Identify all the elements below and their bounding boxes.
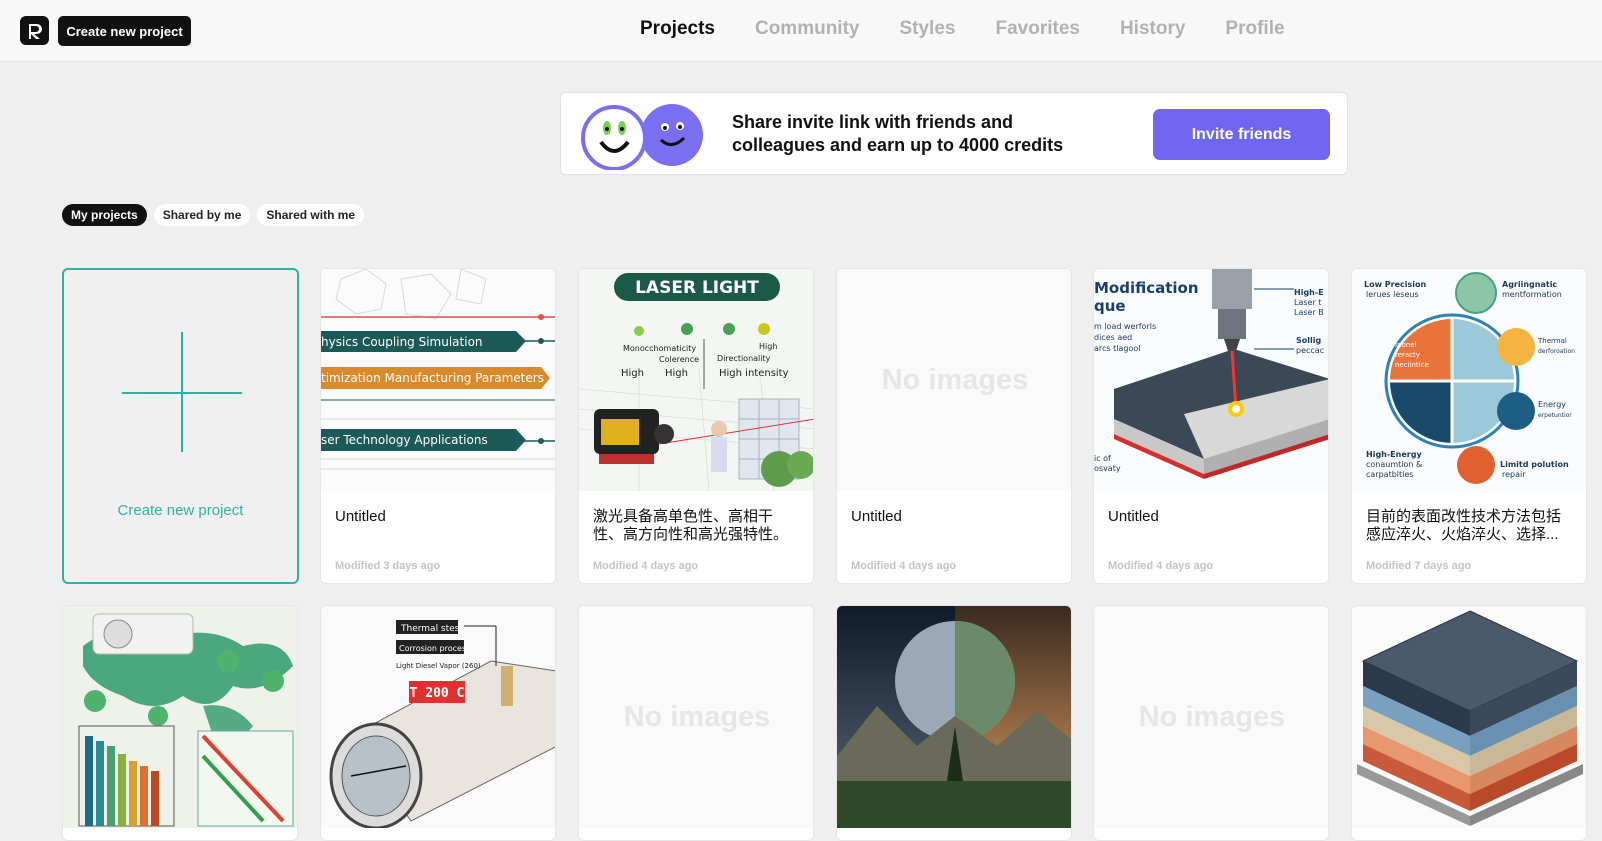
thumb-text: Agriingnatic [1502, 280, 1557, 289]
thumb-text: mentformation [1502, 290, 1562, 299]
thumb-text: carpatbltles [1366, 470, 1413, 479]
project-thumbnail: Low Precision lerues leseus Agriingnatic… [1352, 269, 1586, 491]
project-thumbnail [1352, 606, 1586, 828]
project-card[interactable]: Modification que m load werforls dices a… [1093, 268, 1329, 584]
thumb-text: dices aed [1094, 333, 1132, 342]
project-title: 目前的表面改性技术方法包括感应淬火、火焰淬火、选择... [1366, 508, 1562, 543]
thumb-text: lerues leseus [1366, 290, 1419, 299]
thumb-text: ser Technology Applications [321, 433, 488, 447]
thumb-text: Colerence [659, 355, 699, 364]
thumb-text: Thermal stess [400, 624, 464, 634]
thumb-text: ic of [1094, 454, 1111, 463]
project-card[interactable]: hysics Coupling Simulation timization Ma… [320, 268, 556, 584]
main-nav: Projects Community Styles Favorites Hist… [640, 18, 1325, 40]
project-card[interactable] [836, 605, 1072, 841]
thumb-text: Corrosion process [399, 644, 470, 653]
thumb-text: High-Energy [1366, 450, 1422, 459]
project-thumbnail: Thermal stess Corrosion process Light Di… [321, 606, 555, 828]
project-thumbnail: LASER LIGHT Monocchomaticity Colerence H… [579, 269, 813, 491]
smiley-faces-icon [581, 104, 703, 170]
filter-my-projects[interactable]: My projects [62, 204, 147, 226]
project-title: Untitled [1108, 508, 1159, 525]
project-modified: Modified 7 days ago [1366, 560, 1472, 572]
thumb-text: Directionality [717, 354, 771, 363]
project-card[interactable] [62, 605, 298, 841]
thumb-text: repair [1502, 470, 1526, 479]
thumb-text: High intensity [719, 368, 789, 379]
thumb-text: Sollig [1296, 336, 1321, 345]
thumb-text: High-E [1294, 288, 1324, 297]
nav-styles[interactable]: Styles [899, 18, 955, 40]
project-card[interactable]: LASER LIGHT Monocchomaticity Colerence H… [578, 268, 814, 584]
project-card[interactable]: Low Precision lerues leseus Agriingnatic… [1351, 268, 1587, 584]
top-bar: Create new project Projects Community St… [0, 0, 1602, 62]
project-card[interactable]: No images [1093, 605, 1329, 841]
thumb-text: LASER LIGHT [635, 278, 759, 298]
thumb-text: High [621, 368, 644, 379]
invite-text-line1: Share invite link with friends and [732, 112, 1014, 132]
thumb-text: m load werforls [1094, 322, 1156, 331]
nav-community[interactable]: Community [755, 18, 860, 40]
thumb-text: reracty [1395, 351, 1420, 359]
thumb-text: Energy [1538, 400, 1566, 409]
thumb-text: derforoation [1538, 348, 1575, 355]
project-card[interactable]: No images [578, 605, 814, 841]
thumb-text: que [1094, 297, 1126, 315]
thumb-text: Inonel [1395, 341, 1417, 349]
thumb-text: Monocchomaticity [623, 344, 696, 353]
project-card[interactable]: No images Untitled Modified 4 days ago [836, 268, 1072, 584]
invite-text: Share invite link with friends and colle… [732, 111, 1112, 157]
project-card[interactable]: Thermal stess Corrosion process Light Di… [320, 605, 556, 841]
nav-favorites[interactable]: Favorites [995, 18, 1079, 40]
filter-shared-with-me[interactable]: Shared with me [257, 204, 365, 226]
thumb-text: arcs tlagool [1094, 344, 1140, 353]
create-new-project-card[interactable]: Create new project [62, 268, 299, 584]
no-images-placeholder: No images [837, 269, 1071, 491]
thumb-text: Modification [1094, 279, 1199, 297]
no-images-placeholder: No images [579, 606, 813, 828]
thumb-text: neciintice [1395, 361, 1429, 369]
project-title: Untitled [851, 508, 902, 525]
thumb-text: Thermal [1537, 337, 1567, 345]
thumb-text: hysics Coupling Simulation [321, 335, 483, 349]
plus-icon-bar [122, 392, 242, 394]
nav-projects[interactable]: Projects [640, 18, 715, 40]
project-filters: My projects Shared by me Shared with me [62, 204, 371, 226]
thumb-text: osvaty [1094, 464, 1121, 473]
invite-friends-button[interactable]: Invite friends [1153, 109, 1330, 160]
nav-history[interactable]: History [1120, 18, 1185, 40]
thumb-text: Limitd polution [1500, 460, 1569, 469]
invite-text-line2: colleagues and earn up to 4000 credits [732, 135, 1064, 155]
project-thumbnail: Modification que m load werforls dices a… [1094, 269, 1328, 491]
nav-profile[interactable]: Profile [1225, 18, 1284, 40]
project-modified: Modified 4 days ago [593, 560, 699, 572]
thumb-text: High [759, 342, 777, 351]
thumb-text: High [665, 368, 688, 379]
thumb-text: timization Manufacturing Parameters [321, 371, 544, 385]
no-images-placeholder: No images [1094, 606, 1328, 828]
filter-shared-by-me[interactable]: Shared by me [153, 204, 251, 226]
project-thumbnail [837, 606, 1071, 828]
invite-banner: Share invite link with friends and colle… [560, 92, 1348, 175]
thumb-text: Laser B [1294, 308, 1324, 317]
app-logo-icon[interactable] [20, 16, 49, 45]
project-thumbnail: hysics Coupling Simulation timization Ma… [321, 269, 555, 491]
project-thumbnail [63, 606, 297, 828]
create-new-project-label: Create new project [117, 502, 244, 519]
project-modified: Modified 4 days ago [851, 560, 957, 572]
thumb-text: peccac [1296, 346, 1324, 355]
create-project-button[interactable]: Create new project [58, 16, 191, 46]
thumb-text: Low Precision [1364, 280, 1426, 289]
thumb-text: conaumtion & [1366, 460, 1422, 469]
thumb-text: Laser t [1294, 298, 1321, 307]
project-title: Untitled [335, 508, 386, 525]
project-modified: Modified 4 days ago [1108, 560, 1214, 572]
thumb-text: erpetuntior [1538, 412, 1572, 419]
thumb-text: T 200 C [410, 686, 465, 701]
project-modified: Modified 3 days ago [335, 560, 441, 572]
project-title: 激光具备高单色性、高相干性、高方向性和高光强特性。 [593, 508, 789, 543]
thumb-text: Light Diesel Vapor (260) [396, 662, 481, 670]
project-card[interactable] [1351, 605, 1587, 841]
